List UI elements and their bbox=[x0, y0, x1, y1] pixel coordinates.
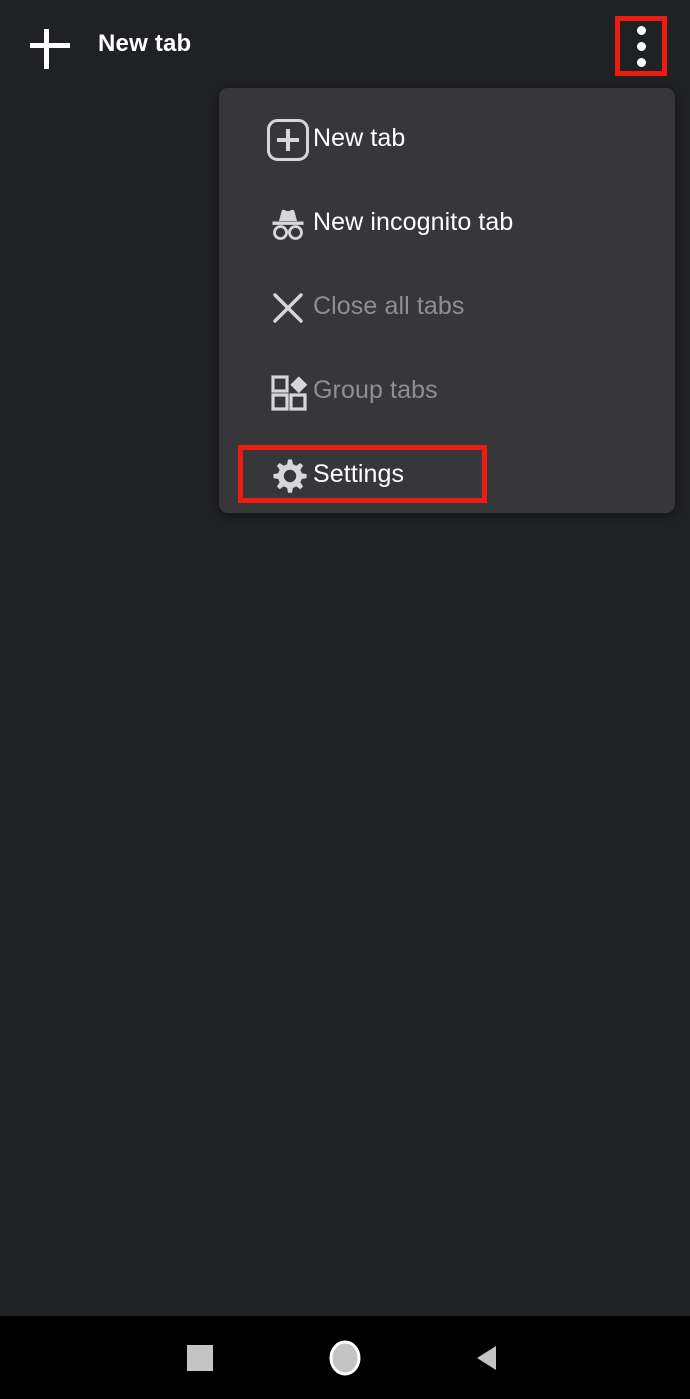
new-tab-icon bbox=[267, 119, 309, 161]
overflow-menu: New tab New incognito tab Close all tabs bbox=[219, 88, 675, 513]
plus-icon bbox=[30, 42, 70, 48]
menu-item-new-tab[interactable]: New tab bbox=[219, 98, 675, 182]
page-title: New tab bbox=[98, 30, 192, 57]
three-dot-menu-icon-dot-3 bbox=[636, 57, 646, 67]
menu-item-label: New incognito tab bbox=[313, 208, 514, 236]
menu-item-label: Close all tabs bbox=[313, 292, 465, 320]
menu-item-group-tabs[interactable]: Group tabs bbox=[219, 350, 675, 434]
menu-item-label: New tab bbox=[313, 124, 406, 152]
new-tab-button[interactable] bbox=[26, 21, 74, 69]
back-icon[interactable] bbox=[471, 1341, 505, 1375]
menu-item-new-incognito-tab[interactable]: New incognito tab bbox=[219, 182, 675, 266]
menu-item-close-all-tabs[interactable]: Close all tabs bbox=[219, 266, 675, 350]
menu-item-label: Group tabs bbox=[313, 376, 438, 404]
plus-icon-vertical bbox=[43, 29, 49, 69]
menu-item-label: Settings bbox=[313, 460, 405, 488]
menu-item-settings[interactable]: Settings bbox=[219, 434, 675, 518]
group-tabs-icon bbox=[271, 375, 308, 411]
incognito-icon bbox=[272, 209, 304, 240]
three-dot-menu-icon-dot-2 bbox=[636, 41, 646, 51]
home-icon[interactable] bbox=[325, 1338, 365, 1378]
gear-icon bbox=[273, 459, 307, 493]
tab-switcher-toolbar: New tab bbox=[0, 0, 690, 90]
close-x-icon bbox=[273, 293, 303, 323]
recent-apps-icon[interactable] bbox=[187, 1345, 213, 1371]
three-dot-menu-icon-dot-1 bbox=[636, 25, 646, 35]
overflow-menu-button[interactable] bbox=[615, 16, 667, 76]
phone-screen: New tab New tab New incognito tab Close … bbox=[0, 0, 690, 1399]
